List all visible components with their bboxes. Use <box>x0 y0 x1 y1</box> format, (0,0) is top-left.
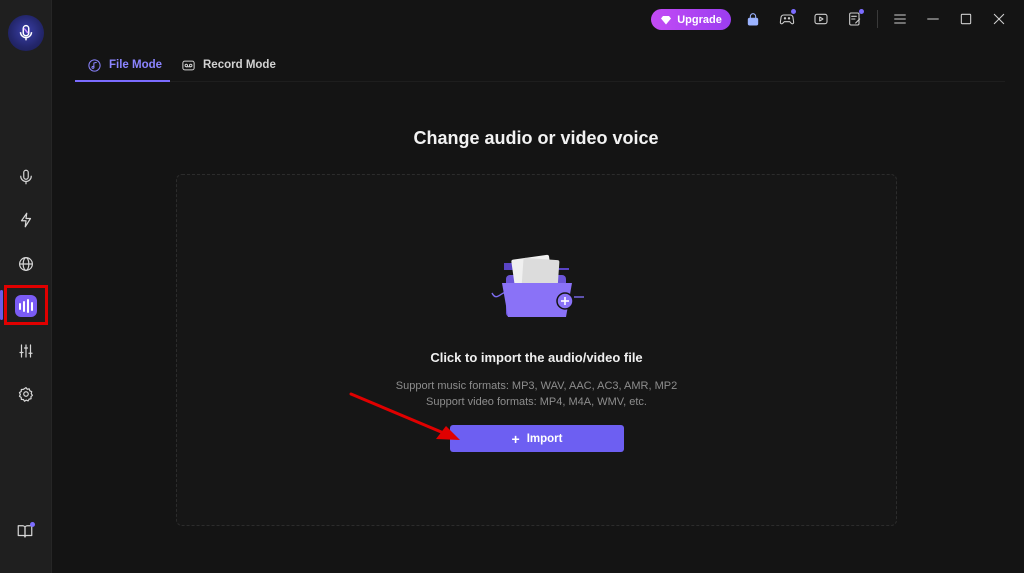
lightning-icon <box>20 212 32 228</box>
logo-icon <box>19 24 33 41</box>
arrow-annotation-icon <box>349 392 460 440</box>
import-button[interactable]: + Import <box>450 425 624 452</box>
cassette-icon <box>182 60 195 70</box>
sidebar-item-voice[interactable] <box>10 161 42 193</box>
maximize-button[interactable] <box>956 9 976 29</box>
discord-button[interactable] <box>777 9 797 29</box>
mode-tabs: File Mode Record Mode <box>75 48 1005 82</box>
file-music-icon <box>88 58 101 72</box>
tutorial-button[interactable] <box>811 9 831 29</box>
toolbar-divider <box>877 10 878 28</box>
settings-icon <box>18 387 34 402</box>
page-title: Change audio or video voice <box>413 128 659 148</box>
import-label: Import <box>526 432 563 445</box>
globe-icon <box>19 257 33 271</box>
diamond-icon <box>661 15 672 24</box>
plus-icon: + <box>511 430 520 447</box>
highlight-frame <box>4 285 48 325</box>
active-indicator <box>0 290 3 320</box>
tab-record-mode[interactable]: Record Mode <box>181 48 276 82</box>
notification-dot <box>791 9 796 14</box>
menu-icon <box>894 14 906 24</box>
microphone-icon <box>20 169 32 185</box>
music-formats-text: Support music formats: MP3, WAV, AAC, AC… <box>395 380 678 392</box>
guide-button[interactable] <box>16 522 36 542</box>
tab-file-mode[interactable]: File Mode <box>87 48 162 82</box>
maximize-icon <box>960 13 972 25</box>
feedback-button[interactable] <box>845 9 865 29</box>
app-logo <box>8 15 44 51</box>
upgrade-label: Upgrade <box>677 13 722 26</box>
minimize-icon <box>927 18 939 20</box>
sidebar-item-settings[interactable] <box>10 378 42 410</box>
sliders-icon <box>19 344 33 358</box>
video-play-icon <box>814 13 828 25</box>
account-button[interactable] <box>743 9 763 29</box>
menu-button[interactable] <box>890 9 910 29</box>
sidebar-item-mixer[interactable] <box>10 335 42 367</box>
close-icon <box>993 13 1005 25</box>
sidebar <box>0 0 52 573</box>
notification-dot <box>30 522 35 527</box>
app-window: Upgrade File Mode Record Mode Change aud… <box>0 0 1024 573</box>
minimize-button[interactable] <box>923 9 943 29</box>
tab-label: File Mode <box>109 59 163 71</box>
close-button[interactable] <box>989 9 1009 29</box>
drop-zone-title: Click to import the audio/video file <box>430 350 643 365</box>
active-tab-underline <box>75 80 170 82</box>
video-formats-text: Support video formats: MP4, M4A, WMV, et… <box>426 396 647 408</box>
sidebar-item-effects[interactable] <box>10 204 42 236</box>
lock-icon <box>747 13 759 26</box>
sidebar-item-language[interactable] <box>10 248 42 280</box>
notification-dot <box>859 9 864 14</box>
tab-label: Record Mode <box>203 59 276 71</box>
folder-import-icon <box>491 254 584 317</box>
upgrade-button[interactable]: Upgrade <box>651 9 731 30</box>
